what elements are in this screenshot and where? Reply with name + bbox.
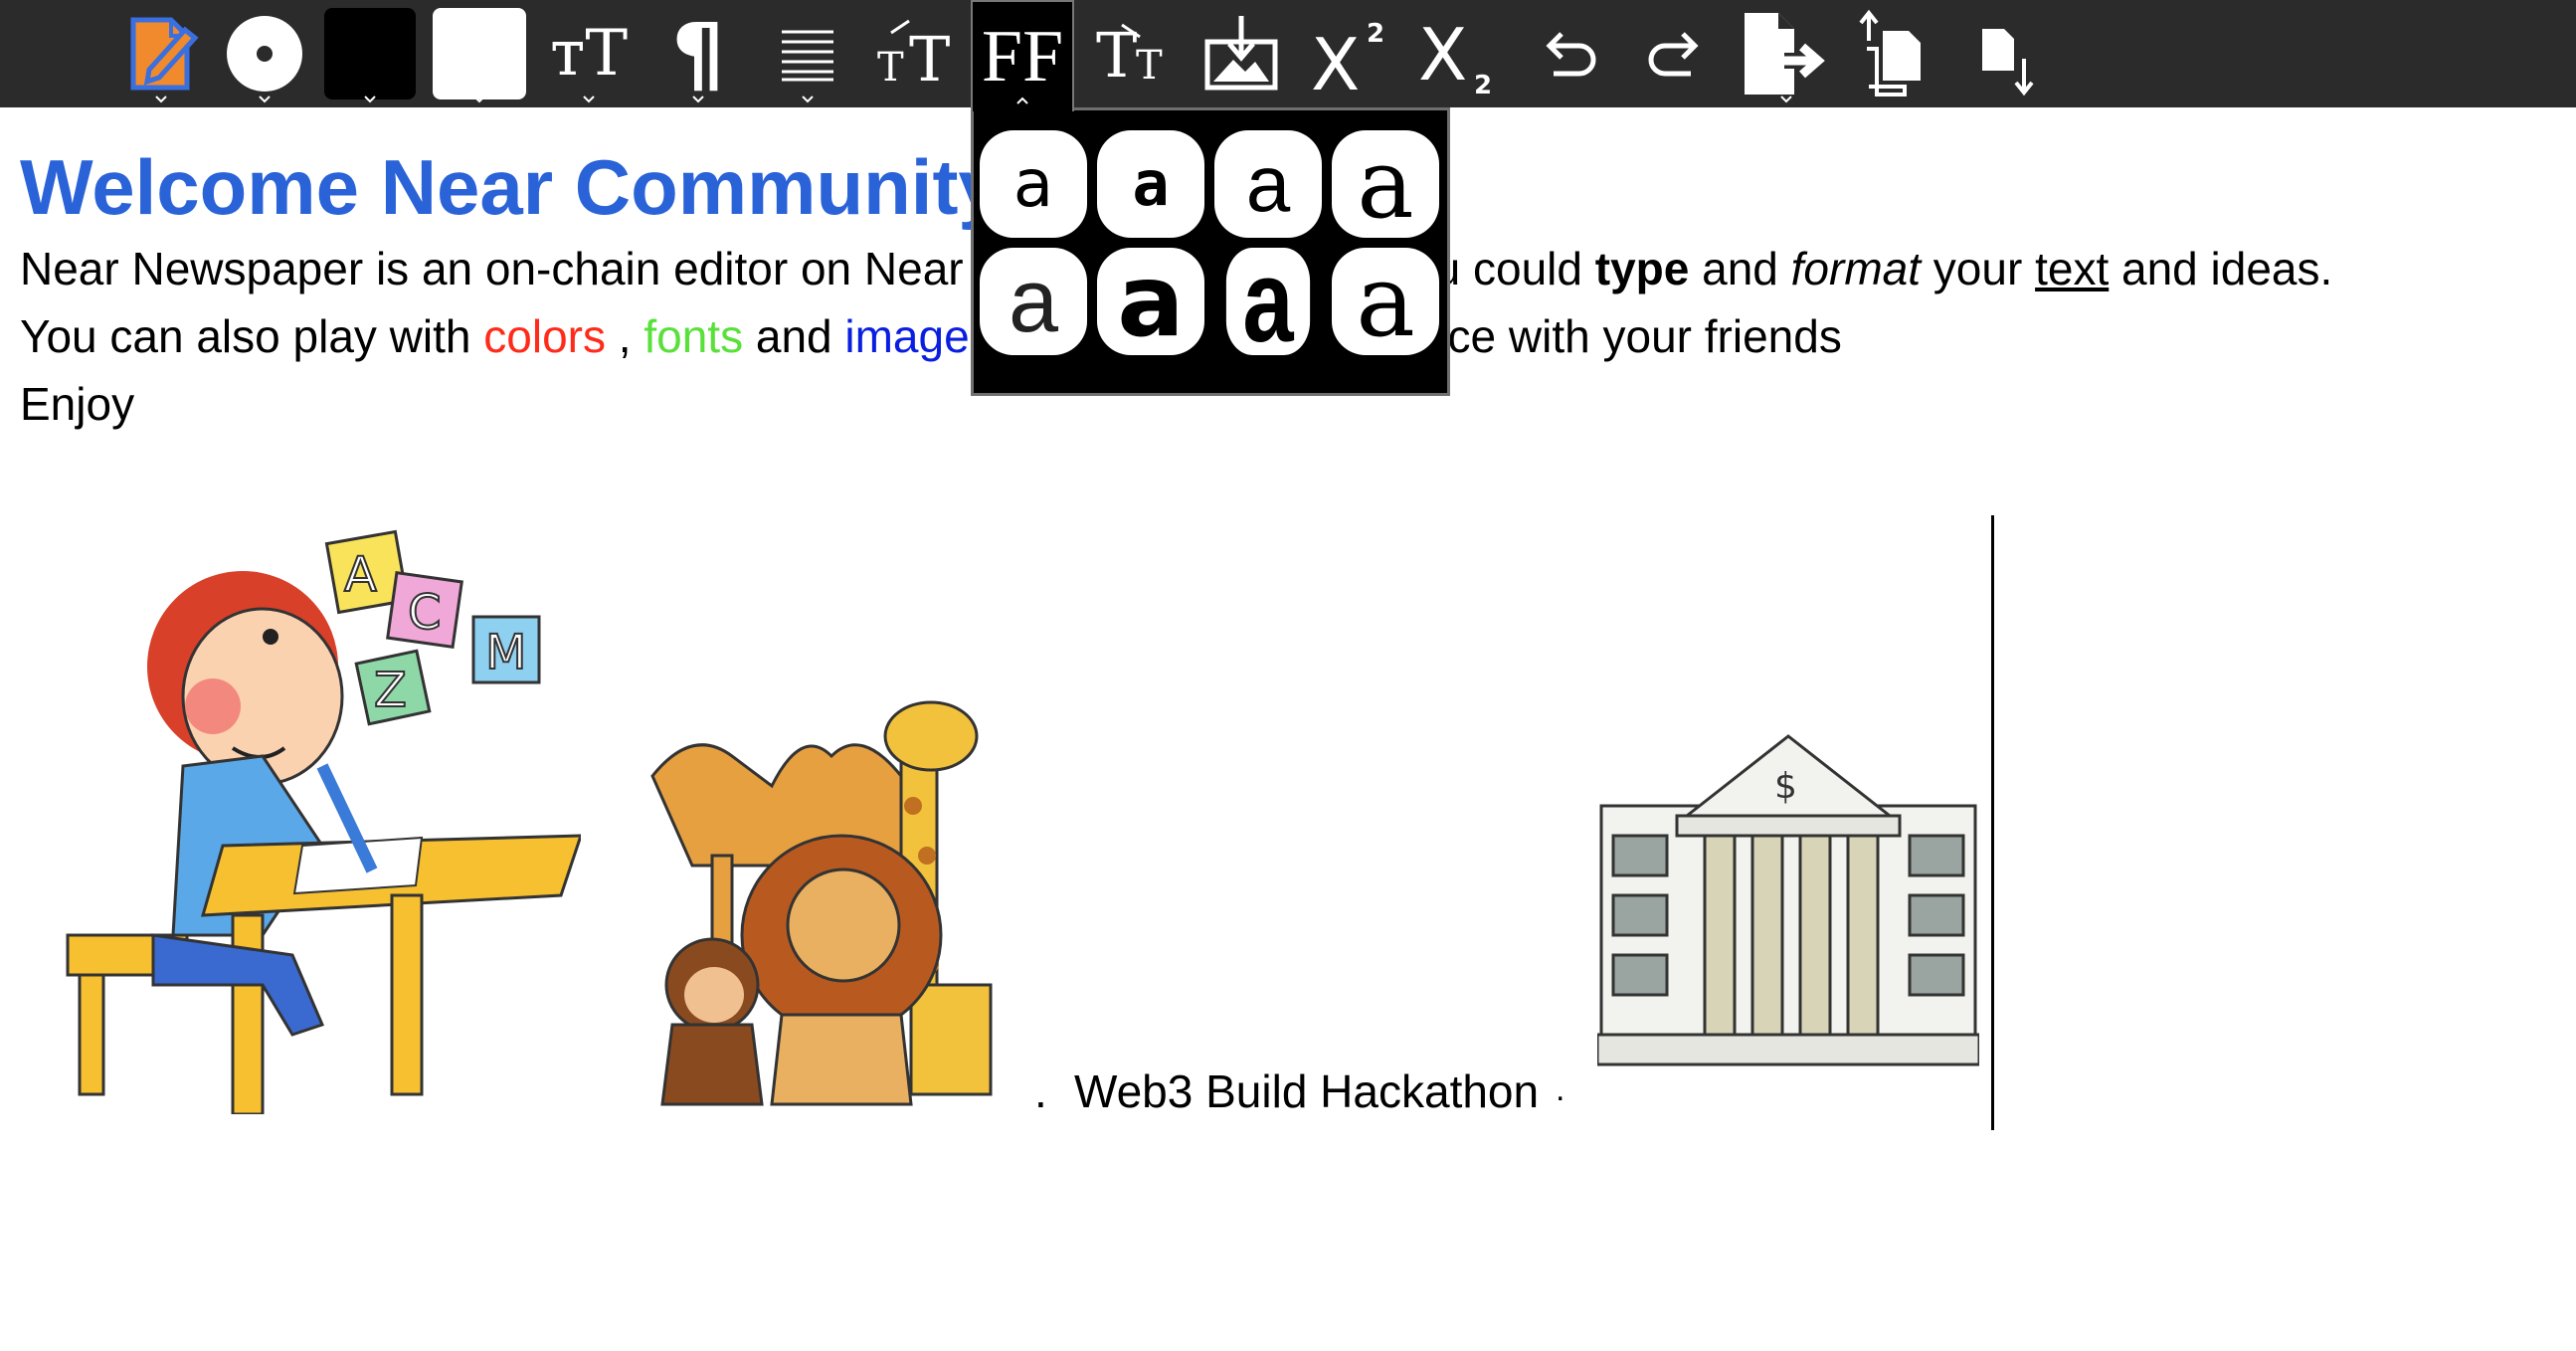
font-family-dropdown: a a a a a a a a [971, 107, 1450, 396]
export-button[interactable] [1735, 0, 1838, 107]
background-color-button[interactable] [428, 0, 531, 107]
colors-word: colors [483, 310, 606, 362]
font-options-grid: a a a a a a a a [980, 130, 1441, 355]
align-icon [782, 30, 833, 82]
chevron-up-icon [1016, 96, 1028, 104]
subscript-icon: X 2 [1418, 13, 1492, 96]
font-size-icon: ᴛT [549, 17, 629, 91]
superscript-icon: X 2 [1311, 19, 1384, 96]
chevron-down-icon [473, 96, 485, 103]
align-button[interactable] [756, 0, 859, 107]
font-option-rounded[interactable]: a [1097, 130, 1204, 238]
font-option-sans[interactable]: a [980, 130, 1087, 238]
edit-note-button[interactable] [109, 0, 213, 107]
download-button[interactable] [1951, 0, 2055, 107]
text-color-swatch [324, 8, 416, 99]
chevron-down-icon [259, 96, 271, 103]
font-option-heavy[interactable]: a [1097, 248, 1204, 355]
subscript-button[interactable]: X 2 [1406, 0, 1510, 107]
svg-text:2: 2 [1367, 19, 1384, 49]
disc-icon [227, 16, 302, 92]
edit-note-icon [130, 17, 199, 91]
superscript-button[interactable]: X 2 [1299, 0, 1402, 107]
svg-text:Z: Z [374, 663, 407, 718]
upload-button[interactable] [1842, 0, 1945, 107]
paragraph-icon: ¶ [671, 5, 725, 102]
disc-button[interactable] [213, 0, 316, 107]
svg-text:T: T [1136, 43, 1163, 89]
editor-toolbar: ᴛT ¶ T T FF T T X 2 X 2 [0, 0, 2576, 111]
hackathon-caption: Web3 Build Hackathon [1074, 1065, 1540, 1117]
chevron-down-icon [1780, 96, 1792, 103]
background-color-swatch [433, 8, 526, 99]
caption-end-dot: . [1556, 1070, 1565, 1108]
chevron-down-icon [692, 96, 704, 103]
undo-button[interactable] [1516, 0, 1619, 107]
chevron-down-icon [802, 96, 814, 103]
undo-icon [1546, 32, 1596, 77]
increase-size-button[interactable]: T T [863, 0, 967, 107]
fonts-word: fonts [644, 310, 744, 362]
animals-image[interactable] [633, 686, 1050, 1114]
bank-building-image[interactable]: $ [1597, 726, 1979, 1074]
font-option-slab[interactable]: a [1332, 248, 1439, 355]
increase-size-icon: T T [877, 19, 950, 89]
svg-text:A: A [344, 547, 377, 603]
font-family-icon: FF [981, 16, 1064, 97]
chevron-down-icon [583, 96, 595, 103]
font-option-light[interactable]: a [980, 248, 1087, 355]
text-cursor [1991, 515, 1994, 1130]
svg-text:2: 2 [1474, 71, 1492, 96]
text-color-button[interactable] [318, 0, 422, 107]
upload-icon [1859, 9, 1921, 96]
font-option-condensed[interactable]: a [1225, 248, 1311, 355]
svg-text:C: C [408, 585, 442, 641]
export-icon [1745, 13, 1825, 95]
font-size-button[interactable]: ᴛT [537, 0, 641, 107]
svg-text:X: X [1311, 23, 1360, 96]
insert-image-button[interactable] [1190, 0, 1293, 107]
font-option-serif[interactable]: a [1214, 130, 1322, 238]
redo-button[interactable] [1625, 0, 1729, 107]
paragraph-button[interactable]: ¶ [646, 0, 750, 107]
download-icon [1982, 29, 2034, 96]
svg-text:T: T [877, 45, 904, 89]
insert-image-icon [1204, 16, 1278, 91]
chevron-down-icon [364, 96, 376, 103]
redo-icon [1648, 32, 1699, 77]
svg-text:X: X [1418, 13, 1467, 96]
boy-writing-image[interactable]: ACM Z [64, 517, 581, 1114]
caption-dot: . [1034, 1065, 1047, 1117]
text-transform-button[interactable]: T T [1084, 0, 1188, 107]
text-transform-icon: T T [1096, 19, 1163, 89]
font-option-serif-bold[interactable]: a [1332, 130, 1439, 238]
svg-text:M: M [485, 625, 526, 680]
svg-text:T: T [909, 23, 950, 89]
svg-text:$: $ [1774, 766, 1797, 807]
font-family-button[interactable]: FF [971, 0, 1074, 111]
chevron-down-icon [155, 96, 167, 103]
